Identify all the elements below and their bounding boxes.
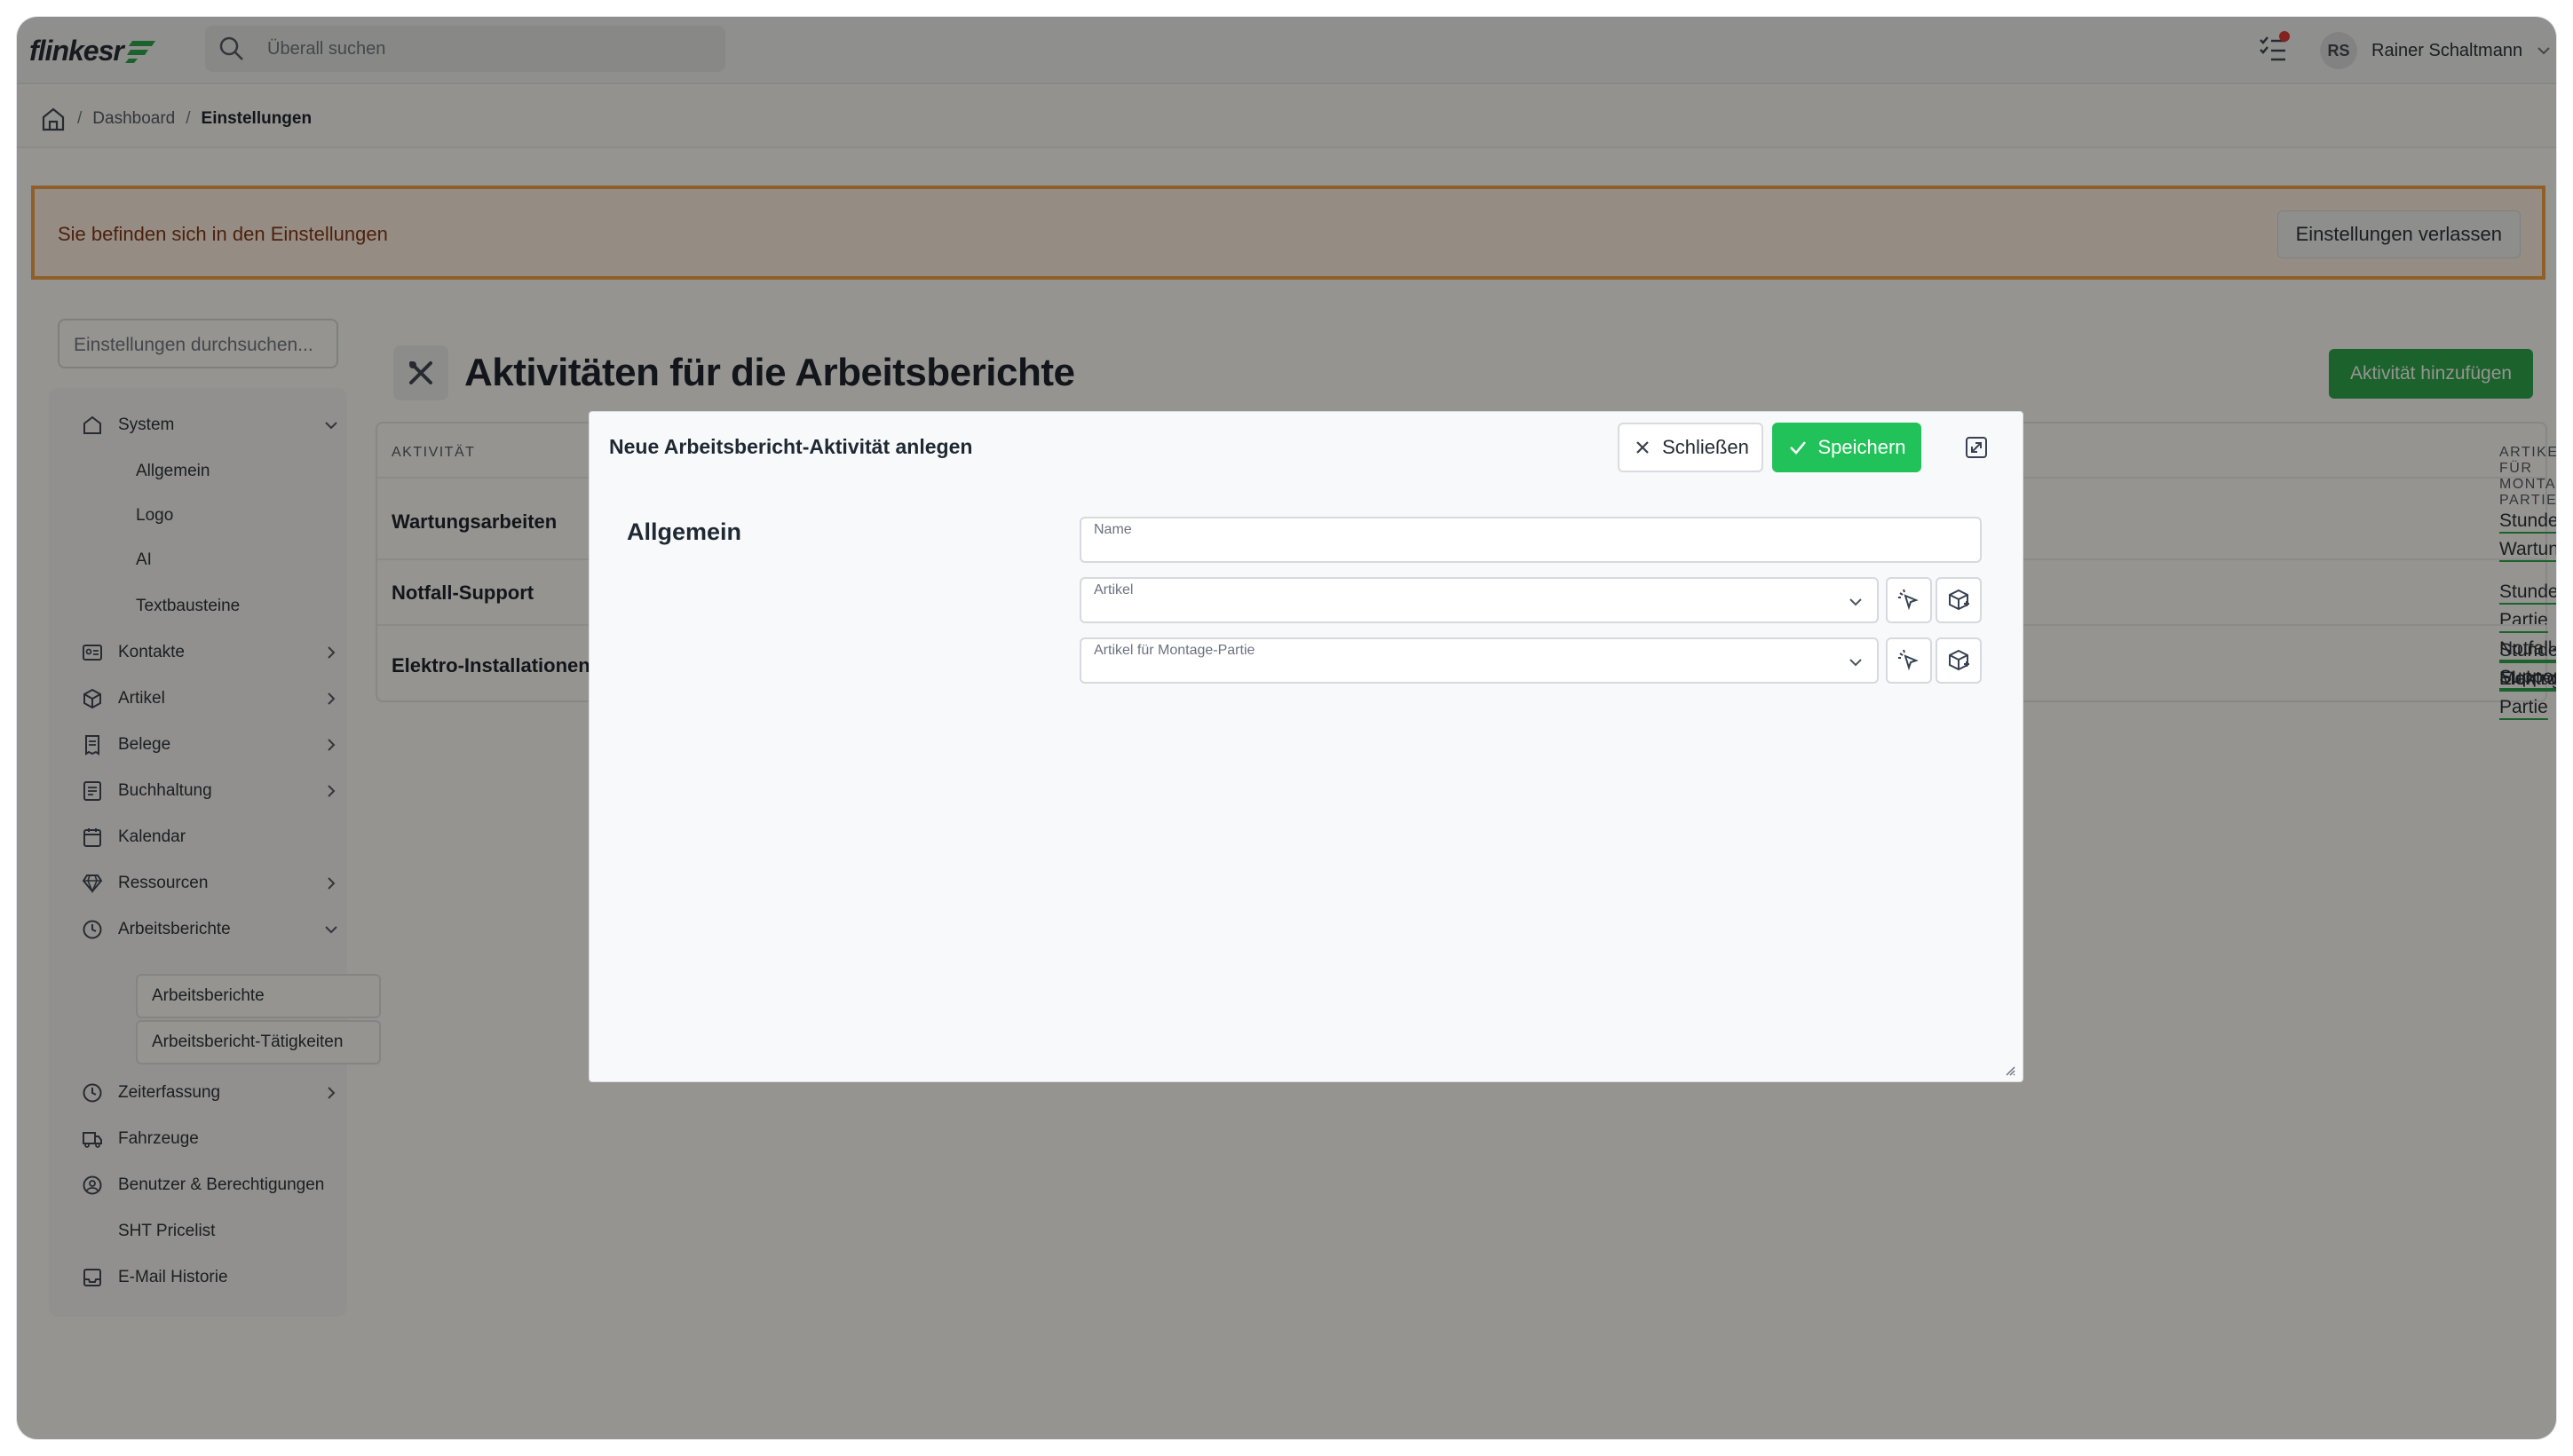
resize-handle-icon[interactable] bbox=[2005, 1065, 2015, 1076]
artikel-montage-select[interactable]: Artikel für Montage-Partie bbox=[1080, 637, 1879, 684]
cursor-click-icon bbox=[1898, 589, 1919, 611]
artikel-pick-button[interactable] bbox=[1886, 577, 1932, 623]
cursor-click-icon bbox=[1898, 649, 1919, 671]
app-window: flinkesr Überall suchen RS Rainer Schalt… bbox=[16, 16, 2557, 1440]
check-icon bbox=[1790, 441, 1807, 455]
save-label: Speichern bbox=[1817, 436, 1906, 458]
dialog-title: Neue Arbeitsbericht-Aktivität anlegen bbox=[609, 435, 973, 458]
save-button[interactable]: Speichern bbox=[1772, 423, 1921, 472]
box-plus-icon bbox=[1949, 649, 1969, 671]
close-icon bbox=[1636, 441, 1649, 454]
artikel-select[interactable]: Artikel bbox=[1080, 577, 1879, 623]
section-title: Allgemein bbox=[627, 518, 742, 545]
artikel-create-button[interactable] bbox=[1936, 577, 1982, 623]
montage-create-button[interactable] bbox=[1936, 637, 1982, 684]
expand-icon[interactable] bbox=[1964, 435, 1989, 460]
close-label: Schließen bbox=[1662, 436, 1749, 458]
artikel-field-label: Artikel bbox=[1094, 582, 1134, 597]
name-field[interactable]: Name bbox=[1080, 517, 1982, 563]
chevron-down-icon bbox=[1849, 598, 1862, 606]
name-field-label: Name bbox=[1094, 522, 1132, 537]
create-activity-dialog: Neue Arbeitsbericht-Aktivität anlegen Sc… bbox=[589, 411, 2023, 1082]
artikel-montage-field-label: Artikel für Montage-Partie bbox=[1094, 643, 1255, 658]
montage-pick-button[interactable] bbox=[1886, 637, 1932, 684]
close-button[interactable]: Schließen bbox=[1618, 423, 1763, 472]
box-plus-icon bbox=[1949, 589, 1969, 611]
chevron-down-icon bbox=[1849, 659, 1862, 667]
